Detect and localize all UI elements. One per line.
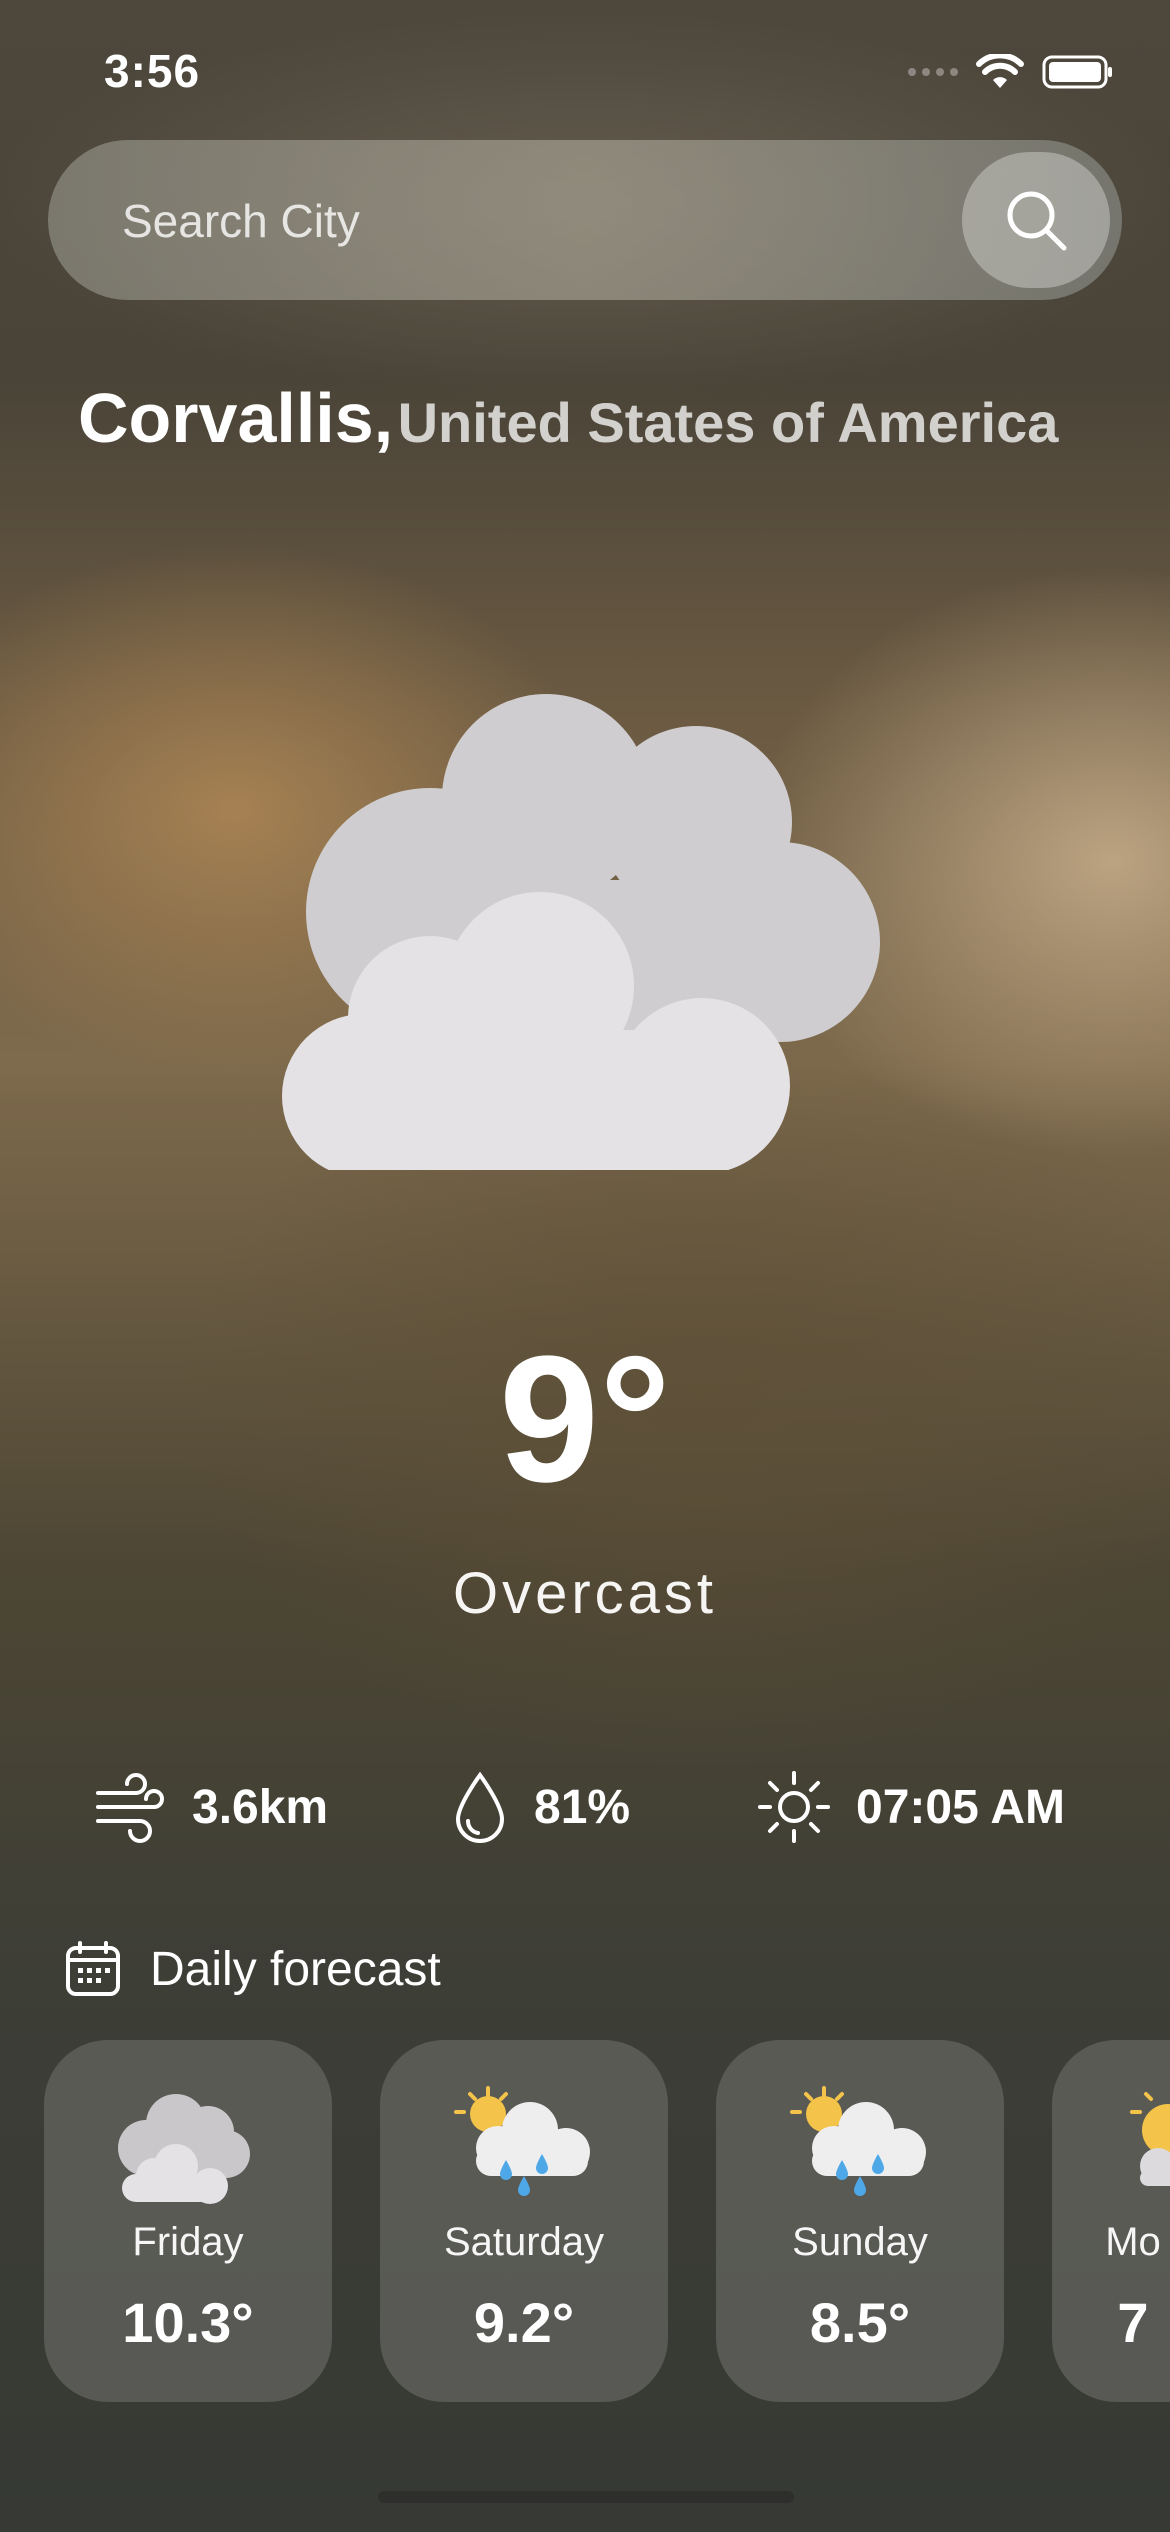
forecast-day: Sunday — [792, 2220, 928, 2264]
forecast-card-monday[interactable]: Mo 7 — [1052, 2040, 1170, 2402]
current-condition: Overcast — [452, 1561, 718, 1626]
forecast-temp: 7 — [1117, 2291, 1149, 2354]
weather-stats: 3.6km 81% 07:05 AM — [0, 1762, 1170, 1852]
sunrise-stat: 07:05 AM — [756, 1762, 1065, 1852]
forecast-day: Saturday — [443, 2220, 605, 2264]
sun-icon — [758, 1771, 830, 1843]
forecast-day: Mo — [1105, 2220, 1161, 2264]
forecast-card-friday[interactable]: Friday 10.3° — [44, 2040, 332, 2402]
wind-value: 3.6km — [192, 1780, 329, 1834]
country-name: United States of America — [397, 391, 1059, 454]
current-temperature: 9° — [498, 1319, 672, 1520]
wifi-icon — [976, 54, 1024, 88]
humidity-value: 81% — [534, 1780, 631, 1834]
forecast-card-sunday[interactable]: Sunday 8.5° — [716, 2040, 1004, 2402]
overcast-clouds-icon — [282, 694, 880, 1170]
forecast-day: Friday — [132, 2220, 244, 2264]
status-icons — [908, 54, 1114, 90]
wind-icon — [96, 1773, 164, 1843]
wind-stat: 3.6km — [92, 1762, 328, 1852]
sunrise-value: 07:05 AM — [856, 1780, 1065, 1834]
sun-cloud-icon — [1130, 2092, 1170, 2186]
status-time: 3:56 — [104, 45, 201, 97]
forecast-list[interactable]: Friday 10.3° Saturday 9.2° Sunday 8.5° M… — [0, 2040, 1170, 2410]
status-bar: 3:56 — [0, 0, 1170, 140]
sun-rain-cloud-icon — [454, 2086, 590, 2196]
cellular-signal-icon — [908, 68, 958, 76]
humidity-drop-icon — [455, 1771, 505, 1843]
forecast-title: Daily forecast — [150, 1942, 441, 1996]
home-indicator[interactable] — [378, 2491, 794, 2503]
forecast-temp: 9.2° — [473, 2291, 575, 2354]
search-icon — [1007, 191, 1067, 251]
city-name: Corvallis, — [78, 379, 394, 457]
search-bar — [48, 140, 1122, 300]
calendar-icon — [66, 1941, 120, 1996]
search-button[interactable] — [962, 152, 1110, 288]
humidity-stat: 81% — [450, 1762, 630, 1852]
search-input[interactable] — [120, 180, 924, 262]
battery-icon — [1042, 55, 1112, 89]
forecast-temp: 8.5° — [809, 2291, 911, 2354]
forecast-card-saturday[interactable]: Saturday 9.2° — [380, 2040, 668, 2402]
forecast-header: Daily forecast — [64, 1940, 441, 1998]
forecast-temp: 10.3° — [122, 2291, 254, 2354]
sun-rain-cloud-icon — [790, 2086, 926, 2196]
location-heading: Corvallis, United States of America — [78, 378, 1118, 458]
cloudy-icon — [118, 2094, 250, 2204]
